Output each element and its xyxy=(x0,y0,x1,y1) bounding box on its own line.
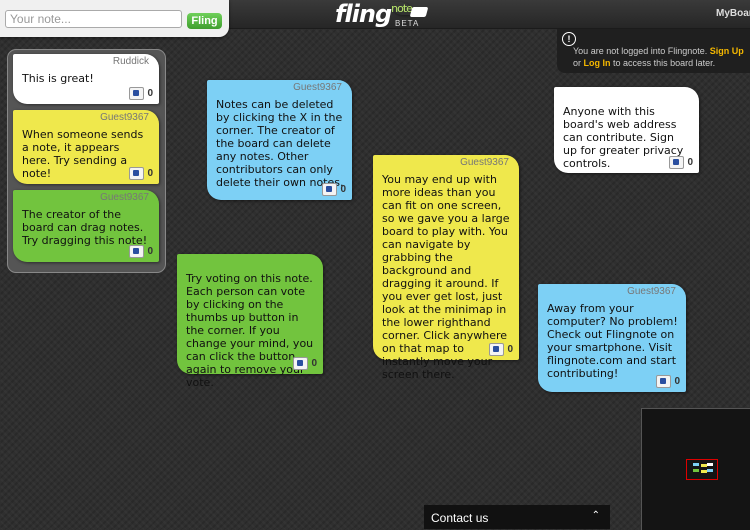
vote-count: 0 xyxy=(687,157,693,168)
logo-text: fling xyxy=(335,0,392,28)
chevron-up-icon: ⌃ xyxy=(591,510,600,521)
note-card[interactable]: Anyone with this board's web address can… xyxy=(554,87,699,173)
thumbs-up-icon xyxy=(489,343,505,356)
thumbs-up-icon xyxy=(293,357,309,370)
vote-count: 0 xyxy=(147,168,153,179)
note-text: Try voting on this note. Each person can… xyxy=(186,272,314,389)
vote-count: 0 xyxy=(147,88,153,99)
note-author: Guest9367 xyxy=(100,192,149,203)
thumbs-up-icon xyxy=(129,87,145,100)
minimap-viewport[interactable] xyxy=(686,459,718,480)
note-card[interactable]: Guest9367 Away from your computer? No pr… xyxy=(538,284,686,392)
myboard-link[interactable]: MyBoar xyxy=(716,8,750,19)
vote-button[interactable]: 0 xyxy=(322,183,346,196)
note-card[interactable]: Guest9367 The creator of the board can d… xyxy=(13,190,159,262)
vote-button[interactable]: 0 xyxy=(129,245,153,258)
vote-button[interactable]: 0 xyxy=(129,167,153,180)
vote-button[interactable]: 0 xyxy=(489,343,513,356)
beta-label: BETA xyxy=(395,19,420,28)
vote-button[interactable]: 0 xyxy=(129,87,153,100)
note-text: The creator of the board can drag notes.… xyxy=(22,208,148,247)
note-author: Ruddick xyxy=(112,56,149,67)
vote-count: 0 xyxy=(147,246,153,257)
compose-panel: Fling xyxy=(0,0,229,37)
contact-us-bar[interactable]: Contact us ⌃ xyxy=(424,505,610,529)
vote-count: 0 xyxy=(674,376,680,387)
note-card[interactable]: Guest9367 You may end up with more ideas… xyxy=(373,155,519,381)
thumbs-up-icon xyxy=(669,156,685,169)
logo-note-icon xyxy=(409,7,429,17)
minimap-note xyxy=(707,463,713,466)
note-text: Away from your computer? No problem! Che… xyxy=(547,302,678,380)
note-author: Guest9367 xyxy=(627,286,676,297)
info-icon: ! xyxy=(562,32,576,46)
vote-count: 0 xyxy=(311,358,317,369)
note-author: Guest9367 xyxy=(293,82,342,93)
signup-link[interactable]: Sign Up xyxy=(710,46,744,56)
note-text: This is great! xyxy=(22,72,94,85)
minimap-note xyxy=(693,463,699,466)
login-notice: ! You are not logged into Flingnote. Sig… xyxy=(557,29,750,73)
thumbs-up-icon xyxy=(656,375,672,388)
fling-button[interactable]: Fling xyxy=(187,13,222,29)
note-input[interactable] xyxy=(5,10,182,28)
note-card[interactable]: Ruddick This is great! 0 xyxy=(13,54,159,104)
thumbs-up-icon xyxy=(129,167,145,180)
logo-text-accent: note xyxy=(391,2,413,15)
vote-button[interactable]: 0 xyxy=(656,375,680,388)
vote-count: 0 xyxy=(340,184,346,195)
minimap-note xyxy=(693,469,699,472)
note-text: Notes can be deleted by clicking the X i… xyxy=(216,98,344,189)
vote-button[interactable]: 0 xyxy=(669,156,693,169)
thumbs-up-icon xyxy=(322,183,338,196)
login-link[interactable]: Log In xyxy=(584,58,611,68)
thumbs-up-icon xyxy=(129,245,145,258)
login-notice-text: You are not logged into Flingnote. Sign … xyxy=(573,46,744,68)
note-card[interactable]: Try voting on this note. Each person can… xyxy=(177,254,323,389)
note-author: Guest9367 xyxy=(100,112,149,123)
note-author: Guest9367 xyxy=(460,157,509,168)
minimap-note xyxy=(707,469,713,472)
vote-button[interactable]: 0 xyxy=(293,357,317,370)
contact-us-label: Contact us xyxy=(431,511,489,525)
minimap[interactable] xyxy=(641,408,750,530)
note-card[interactable]: Guest9367 Notes can be deleted by clicki… xyxy=(207,80,352,200)
note-card[interactable]: Guest9367 When someone sends a note, it … xyxy=(13,110,159,184)
vote-count: 0 xyxy=(507,344,513,355)
